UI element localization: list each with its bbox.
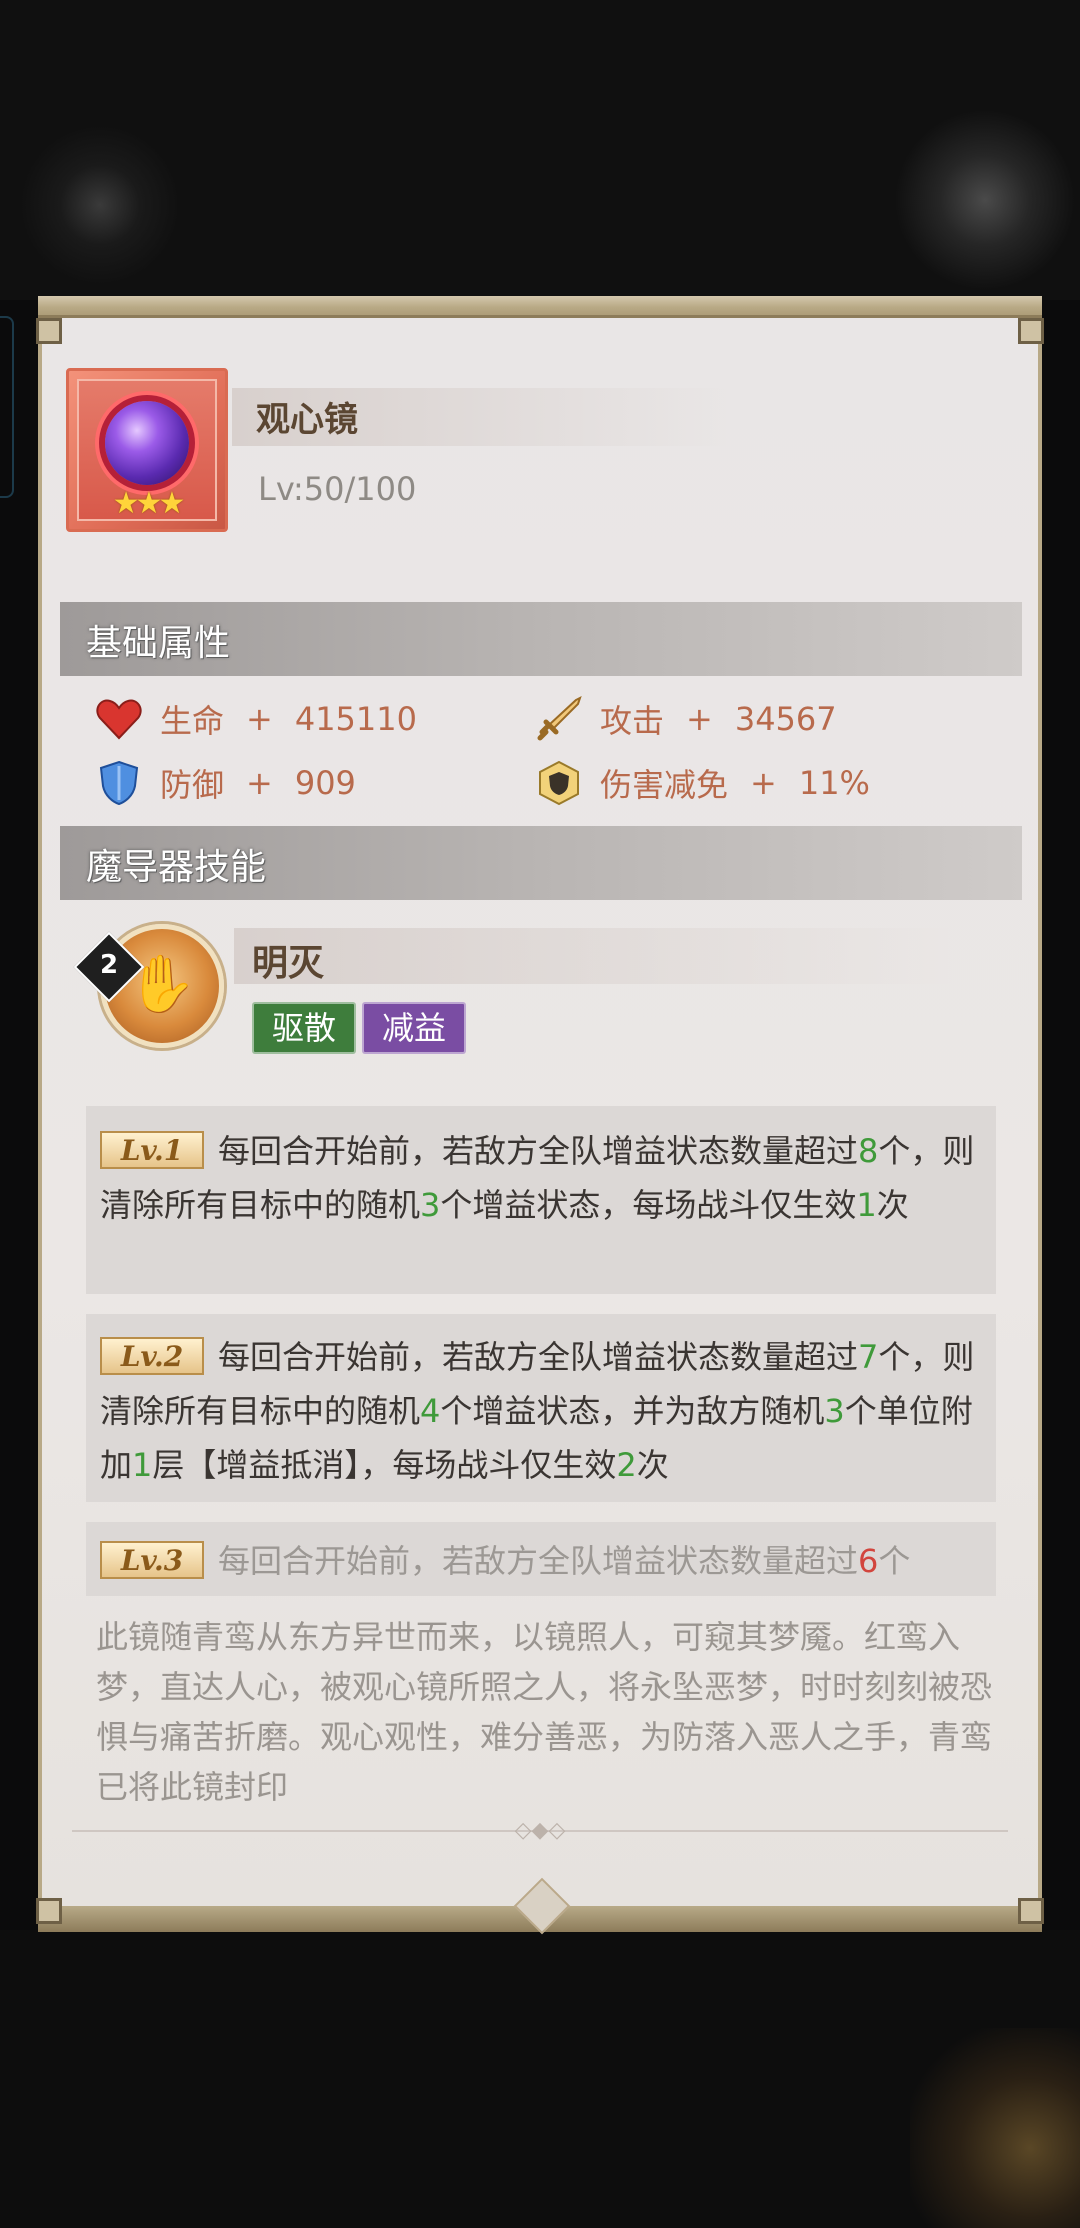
text-segment: 每回合开始前，若敌方全队增益状态数量超过: [218, 1338, 859, 1376]
stat-label: 防御: [160, 766, 225, 804]
section-title: 基础属性: [86, 623, 231, 664]
stat-hp: 生命 + 415110: [96, 694, 417, 744]
panel-border-left: [38, 318, 42, 1906]
text-segment: 每回合开始前，若敌方全队增益状态数量超过: [218, 1132, 859, 1170]
skill-level-1-text: Lv.1 每回合开始前，若敌方全队增益状态数量超过8个，则清除所有目标中的随机3个…: [100, 1124, 980, 1232]
stat-label: 生命: [160, 702, 225, 740]
star-rating: ★★★: [112, 486, 186, 521]
corner-ornament: [36, 1898, 62, 1924]
lore-text: 此镜随青鸾从东方异世而来，以镜照人，可窥其梦魇。红鸾入梦，直达人心，被观心镜所照…: [96, 1618, 993, 1806]
corner-ornament: [1018, 318, 1044, 344]
section-header-skill: 魔导器技能: [60, 826, 1022, 900]
mirror-orb-icon: [105, 401, 189, 485]
stat-value: 11%: [798, 764, 870, 802]
stat-sign: +: [686, 700, 713, 738]
heart-icon: [96, 696, 142, 742]
stat-damage-reduction: 伤害减免 + 11%: [536, 758, 870, 808]
background-top: [0, 0, 1080, 300]
highlight-number: 7: [858, 1338, 879, 1376]
stat-sign: +: [246, 700, 273, 738]
stat-attack: 攻击 + 34567: [536, 694, 837, 744]
corner-ornament: [36, 318, 62, 344]
text-segment: 个: [878, 1542, 911, 1580]
stat-value: 34567: [734, 700, 837, 738]
skill-tag-debuff: 减益: [362, 1002, 466, 1054]
text-segment: 次: [636, 1446, 669, 1484]
level-badge: Lv.2: [100, 1337, 204, 1375]
skill-name: 明灭: [252, 943, 325, 984]
background-bottom: [0, 1930, 1080, 2228]
stat-value: 909: [294, 764, 356, 802]
highlight-number: 6: [858, 1542, 879, 1580]
skill-title-band: [234, 928, 954, 984]
highlight-number: 2: [616, 1446, 637, 1484]
skill-level-3-text: Lv.3 每回合开始前，若敌方全队增益状态数量超过6个: [100, 1534, 980, 1588]
divider-ornament-icon: ◇◆◇: [514, 1818, 566, 1843]
damage-reduction-icon: [536, 760, 582, 806]
stat-sign: +: [246, 764, 273, 802]
level-badge: Lv.1: [100, 1131, 204, 1169]
text-segment: 个增益状态，每场战斗仅生效: [440, 1186, 857, 1224]
panel-border-top: [38, 296, 1042, 318]
text-segment: 层【增益抵消】，每场战斗仅生效: [152, 1446, 617, 1484]
highlight-number: 1: [132, 1446, 153, 1484]
stat-sign: +: [750, 764, 777, 802]
stat-defense: 防御 + 909: [96, 758, 356, 808]
skill-badge-number: 2: [99, 950, 119, 980]
skill-tag-dispel: 驱散: [252, 1002, 356, 1054]
sword-icon: [536, 696, 582, 742]
section-title: 魔导器技能: [86, 847, 267, 888]
highlight-number: 4: [420, 1392, 441, 1430]
skill-level-2-text: Lv.2 每回合开始前，若敌方全队增益状态数量超过7个，则清除所有目标中的随机4个…: [100, 1330, 980, 1492]
corner-ornament: [1018, 1898, 1044, 1924]
highlight-number: 8: [858, 1132, 879, 1170]
highlight-number: 1: [856, 1186, 877, 1224]
background-glow: [910, 2028, 1080, 2228]
highlight-number: 3: [824, 1392, 845, 1430]
text-segment: 个增益状态，并为敌方随机: [440, 1392, 825, 1430]
item-level: Lv:50/100: [258, 470, 417, 508]
level-badge: Lv.3: [100, 1541, 204, 1579]
panel-border-right: [1038, 318, 1042, 1906]
stat-label: 攻击: [600, 702, 665, 740]
side-tab-edge[interactable]: [0, 316, 14, 498]
text-segment: 每回合开始前，若敌方全队增益状态数量超过: [218, 1542, 859, 1580]
item-icon: ★★★: [66, 368, 228, 532]
item-name: 观心镜: [256, 400, 358, 440]
stat-value: 415110: [294, 700, 417, 738]
text-segment: 次: [876, 1186, 909, 1224]
section-header-base-attributes: 基础属性: [60, 602, 1022, 676]
stat-label: 伤害减免: [600, 766, 729, 804]
highlight-number: 3: [420, 1186, 441, 1224]
shield-icon: [96, 760, 142, 806]
